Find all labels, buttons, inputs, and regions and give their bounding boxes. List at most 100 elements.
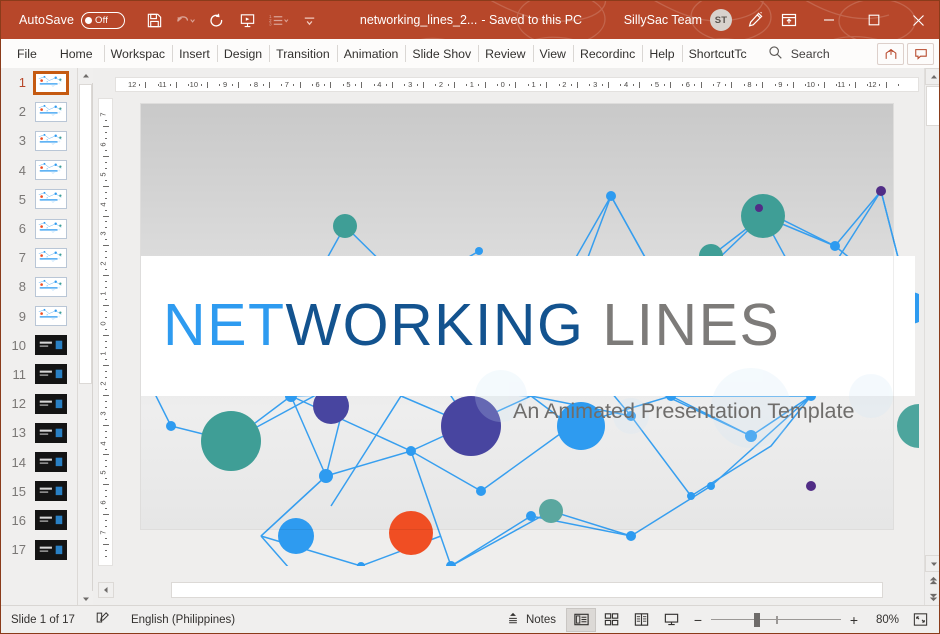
thumbnail-scrollbar-thumb[interactable] [79,84,92,384]
search-box[interactable]: Search [768,39,830,68]
slide-thumbnail-3[interactable]: 3 [1,126,77,155]
horizontal-ruler[interactable]: 12 11 10 9 8 7 6 5 4 3 2 1 0 1 2 3 4 5 6 7 8 9 10 11 12 [115,77,919,92]
tab-recording[interactable]: Recordinc [572,39,642,68]
reading-view-button[interactable] [626,608,656,632]
slide-thumbnail-preview[interactable] [35,510,67,531]
spellcheck-status[interactable] [85,608,121,632]
comments-button[interactable] [907,42,934,65]
tab-animations[interactable]: Animation [336,39,406,68]
zoom-level-label[interactable]: 80% [867,614,899,626]
slide-thumbnail-14[interactable]: 14 [1,447,77,476]
zoom-slider-track[interactable] [711,612,841,627]
slide-thumbnail-preview[interactable] [35,452,67,473]
ink-pen-icon[interactable] [738,5,772,35]
autosave-control[interactable]: AutoSave Off [19,11,126,29]
slide-thumbnail-4[interactable]: 4 [1,156,77,185]
slide-thumbnail-preview[interactable] [35,160,67,181]
slide-thumbnail-6[interactable]: 6 [1,214,77,243]
slide-position-indicator[interactable]: Slide 1 of 17 [1,608,85,632]
slide-thumbnail-11[interactable]: 11 [1,360,77,389]
slide-thumbnail-preview[interactable] [35,130,67,151]
tab-slide-show[interactable]: Slide Shov [405,39,478,68]
slide-thumbnail-17[interactable]: 17 [1,535,77,564]
autosave-toggle[interactable]: Off [81,11,126,29]
slide-thumbnail-15[interactable]: 15 [1,477,77,506]
slide-canvas[interactable]: NETWORKING LINES An Animated Presentatio… [141,104,919,566]
zoom-slider-handle[interactable] [754,612,760,627]
tab-file[interactable]: File [1,39,49,68]
zoom-out-button[interactable]: − [692,612,704,628]
fit-slide-to-window-button[interactable] [905,608,935,632]
slide-thumbnail-1[interactable]: 1 [1,68,77,97]
scroll-up-icon[interactable] [925,68,939,85]
close-button[interactable] [896,1,939,39]
slide-thumbnail-7[interactable]: 7 [1,243,77,272]
minimize-button[interactable] [806,1,851,39]
slide-title[interactable]: NETWORKING LINES [163,280,919,370]
notes-button[interactable]: Notes [496,608,566,632]
save-icon[interactable] [139,6,169,34]
slide-thumbnail-16[interactable]: 16 [1,506,77,535]
slide-thumbnail-preview[interactable] [35,335,67,356]
thumbnail-scroll-down-icon[interactable] [78,591,93,606]
previous-slide-button[interactable] [925,572,939,589]
slide-thumbnail-2[interactable]: 2 [1,97,77,126]
tab-shortcut-tools[interactable]: ShortcutTc [681,39,754,68]
slide-thumbnail-preview[interactable] [35,247,67,268]
slide-thumbnail-preview[interactable] [35,481,67,502]
slide-subtitle[interactable]: An Animated Presentation Template [513,399,919,424]
scroll-down-icon[interactable] [925,555,939,572]
customize-quick-access-toolbar-icon[interactable] [294,6,324,34]
vertical-scrollbar-thumb[interactable] [926,86,939,126]
slide-thumbnail-10[interactable]: 10 [1,331,77,360]
slide-thumbnail-preview[interactable] [35,306,67,327]
redo-icon[interactable] [201,6,231,34]
search-input[interactable]: Search [791,47,830,61]
maximize-button[interactable] [851,1,896,39]
tab-home[interactable]: Home [49,39,104,68]
slide-thumbnail-preview[interactable] [35,276,67,297]
zoom-in-button[interactable]: + [848,612,860,628]
next-slide-button[interactable] [925,589,939,606]
tab-help[interactable]: Help [642,39,681,68]
slide-thumbnail-preview[interactable] [35,539,67,560]
slide-thumbnail-preview[interactable] [35,218,67,239]
tab-insert[interactable]: Insert [172,39,217,68]
slide-thumbnail-8[interactable]: 8 [1,272,77,301]
avatar[interactable]: ST [710,9,732,31]
share-button[interactable] [877,42,904,65]
slide-thumbnail-9[interactable]: 9 [1,302,77,331]
vertical-scrollbar[interactable] [924,68,939,606]
slide-thumbnail-12[interactable]: 12 [1,389,77,418]
slide-thumbnail-preview[interactable] [33,70,69,95]
slide-thumbnail-preview[interactable] [35,393,67,414]
numbering-icon[interactable]: 123 [263,6,293,34]
slide-thumbnail-13[interactable]: 13 [1,418,77,447]
slide-thumbnail-preview[interactable] [35,422,67,443]
horizontal-scrollbar-thumb[interactable] [171,582,883,598]
slide-thumbnail-preview[interactable] [35,364,67,385]
start-slideshow-icon[interactable] [232,6,262,34]
slide-thumbnail-5[interactable]: 5 [1,185,77,214]
tab-workspace[interactable]: Workspac [103,39,172,68]
language-indicator[interactable]: English (Philippines) [121,608,245,632]
thumbnail-scroll-up-icon[interactable] [78,68,93,83]
horizontal-scrollbar-track[interactable] [115,582,892,598]
tab-review[interactable]: Review [478,39,532,68]
horizontal-scrollbar[interactable] [98,582,893,598]
ribbon-display-options-icon[interactable] [772,5,806,35]
normal-view-button[interactable] [566,607,596,632]
thumbnail-scrollbar[interactable] [77,68,93,606]
zoom-slider[interactable]: − + 80% [686,612,905,628]
slide-thumbnail-preview[interactable] [35,101,67,122]
slide-thumbnail-preview[interactable] [35,189,67,210]
slide-show-view-button[interactable] [656,608,686,632]
undo-icon[interactable] [170,6,200,34]
vertical-ruler[interactable]: 7 6 5 4 3 2 1 0 1 2 3 4 5 6 7 [98,98,113,566]
scroll-left-icon[interactable] [98,582,114,598]
slide-sorter-view-button[interactable] [596,608,626,632]
tab-view[interactable]: View [532,39,573,68]
tab-design[interactable]: Design [216,39,269,68]
account-control[interactable]: SillySac Team ST [624,9,732,31]
tab-transitions[interactable]: Transition [269,39,337,68]
